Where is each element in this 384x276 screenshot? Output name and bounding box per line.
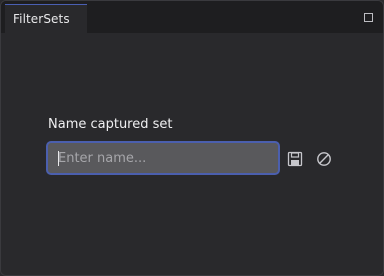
capture-name-label: Name captured set bbox=[48, 117, 173, 132]
text-caret bbox=[58, 151, 59, 166]
capture-name-input[interactable] bbox=[48, 143, 278, 173]
filtersets-panel: FilterSets Name captured set bbox=[0, 0, 384, 276]
tab-filtersets[interactable]: FilterSets bbox=[5, 4, 87, 33]
maximize-icon[interactable] bbox=[364, 13, 373, 22]
tab-bar: FilterSets bbox=[1, 1, 383, 33]
save-icon[interactable] bbox=[286, 150, 304, 168]
cancel-icon[interactable] bbox=[315, 150, 333, 168]
capture-name-field[interactable] bbox=[46, 141, 280, 175]
